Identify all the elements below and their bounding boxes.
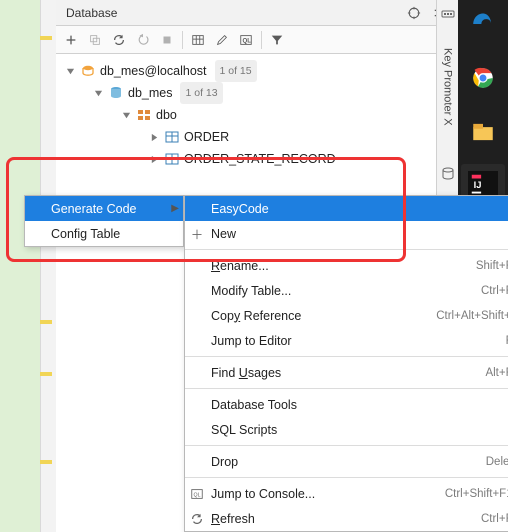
database-tab-icon[interactable] xyxy=(440,166,456,182)
shortcut: Shift+F6 xyxy=(446,260,508,272)
taskbar-explorer[interactable] xyxy=(461,110,505,154)
menu-drop[interactable]: Drop Delete xyxy=(185,449,508,474)
duplicate-button[interactable] xyxy=(84,29,106,51)
submenu-arrow-icon: ▶ xyxy=(171,203,179,214)
menu-label: Jump to Editor xyxy=(211,334,292,348)
shortcut: Ctrl+F6 xyxy=(451,285,508,297)
menu-refresh[interactable]: Refresh Ctrl+F5 xyxy=(185,506,508,531)
svg-text:QL: QL xyxy=(243,37,252,44)
menu-label: Rename... xyxy=(211,259,269,273)
menu-separator xyxy=(185,356,508,357)
schema-icon xyxy=(136,107,152,123)
menu-new[interactable]: ＋ New ▶ xyxy=(185,221,508,246)
filter-button[interactable] xyxy=(266,29,288,51)
chevron-right-icon xyxy=(148,131,160,143)
menu-label: Refresh xyxy=(211,512,255,526)
menu-label: SQL Scripts xyxy=(211,423,277,437)
refresh-button[interactable] xyxy=(108,29,130,51)
table-view-button[interactable] xyxy=(187,29,209,51)
add-button[interactable] xyxy=(60,29,82,51)
refresh-icon xyxy=(189,511,205,527)
menu-label: Generate Code xyxy=(51,202,136,216)
node-label: dbo xyxy=(156,104,177,126)
menu-label: New xyxy=(211,227,236,241)
stop-button[interactable] xyxy=(156,29,178,51)
menu-easycode[interactable]: EasyCode ▶ xyxy=(185,196,508,221)
shortcut: Ctrl+F5 xyxy=(451,513,508,525)
svg-text:IJ: IJ xyxy=(474,180,482,190)
panel-title: Database xyxy=(62,6,398,20)
menu-generate-code[interactable]: Generate Code ▶ xyxy=(25,196,183,221)
menu-rename[interactable]: Rename... Shift+F6 xyxy=(185,253,508,278)
node-label: ORDER_STATE_RECORD xyxy=(184,148,336,170)
rollback-button[interactable] xyxy=(132,29,154,51)
tool-label[interactable]: Key Promoter X xyxy=(442,48,454,126)
taskbar-edge[interactable] xyxy=(461,2,505,46)
console-button[interactable]: QL xyxy=(235,29,257,51)
menu-label: EasyCode xyxy=(211,202,269,216)
menu-config-table[interactable]: Config Table xyxy=(25,221,183,246)
context-menu: EasyCode ▶ ＋ New ▶ Rename... Shift+F6 Mod… xyxy=(184,195,508,532)
table-icon xyxy=(164,151,180,167)
chevron-down-icon xyxy=(64,65,76,77)
node-label: db_mes xyxy=(128,82,172,104)
shortcut: Delete xyxy=(456,456,508,468)
chevron-down-icon xyxy=(92,87,104,99)
menu-copy-reference[interactable]: Copy Reference Ctrl+Alt+Shift+C xyxy=(185,303,508,328)
chevron-down-icon xyxy=(120,109,132,121)
shortcut: F4 xyxy=(476,335,508,347)
menu-jump-console[interactable]: QL Jump to Console... Ctrl+Shift+F10 xyxy=(185,481,508,506)
menu-label: Jump to Console... xyxy=(211,487,315,501)
menu-separator xyxy=(185,388,508,389)
menu-label: Copy Reference xyxy=(211,309,301,323)
menu-modify-table[interactable]: Modify Table... Ctrl+F6 xyxy=(185,278,508,303)
edit-button[interactable] xyxy=(211,29,233,51)
menu-label: Database Tools xyxy=(211,398,297,412)
menu-find-usages[interactable]: Find Usages Alt+F7 xyxy=(185,360,508,385)
database-icon xyxy=(108,85,124,101)
menu-jump-editor[interactable]: Jump to Editor F4 xyxy=(185,328,508,353)
easycode-submenu: Generate Code ▶ Config Table xyxy=(24,195,184,247)
count-badge: 1 of 13 xyxy=(180,82,222,104)
editor-gutter xyxy=(0,0,56,532)
svg-text:QL: QL xyxy=(194,492,201,498)
plus-icon: ＋ xyxy=(189,226,205,242)
menu-label: Drop xyxy=(211,455,238,469)
console-icon: QL xyxy=(189,486,205,502)
chevron-right-icon xyxy=(148,153,160,165)
key-promoter-icon[interactable] xyxy=(440,6,456,22)
shortcut: Ctrl+Shift+F10 xyxy=(415,488,508,500)
menu-separator xyxy=(185,445,508,446)
node-label: db_mes@localhost xyxy=(100,60,207,82)
taskbar-chrome[interactable] xyxy=(461,56,505,100)
target-icon[interactable] xyxy=(404,3,424,23)
menu-label: Modify Table... xyxy=(211,284,291,298)
menu-label: Config Table xyxy=(51,227,120,241)
menu-sql-scripts[interactable]: SQL Scripts▶ xyxy=(185,417,508,442)
shortcut: Alt+F7 xyxy=(455,367,508,379)
shortcut: Ctrl+Alt+Shift+C xyxy=(406,310,508,322)
menu-label: Find Usages xyxy=(211,366,281,380)
count-badge: 1 of 15 xyxy=(215,60,257,82)
datasource-icon xyxy=(80,63,96,79)
table-icon xyxy=(164,129,180,145)
menu-separator xyxy=(185,249,508,250)
menu-separator xyxy=(185,477,508,478)
node-label: ORDER xyxy=(184,126,229,148)
menu-database-tools[interactable]: Database Tools▶ xyxy=(185,392,508,417)
